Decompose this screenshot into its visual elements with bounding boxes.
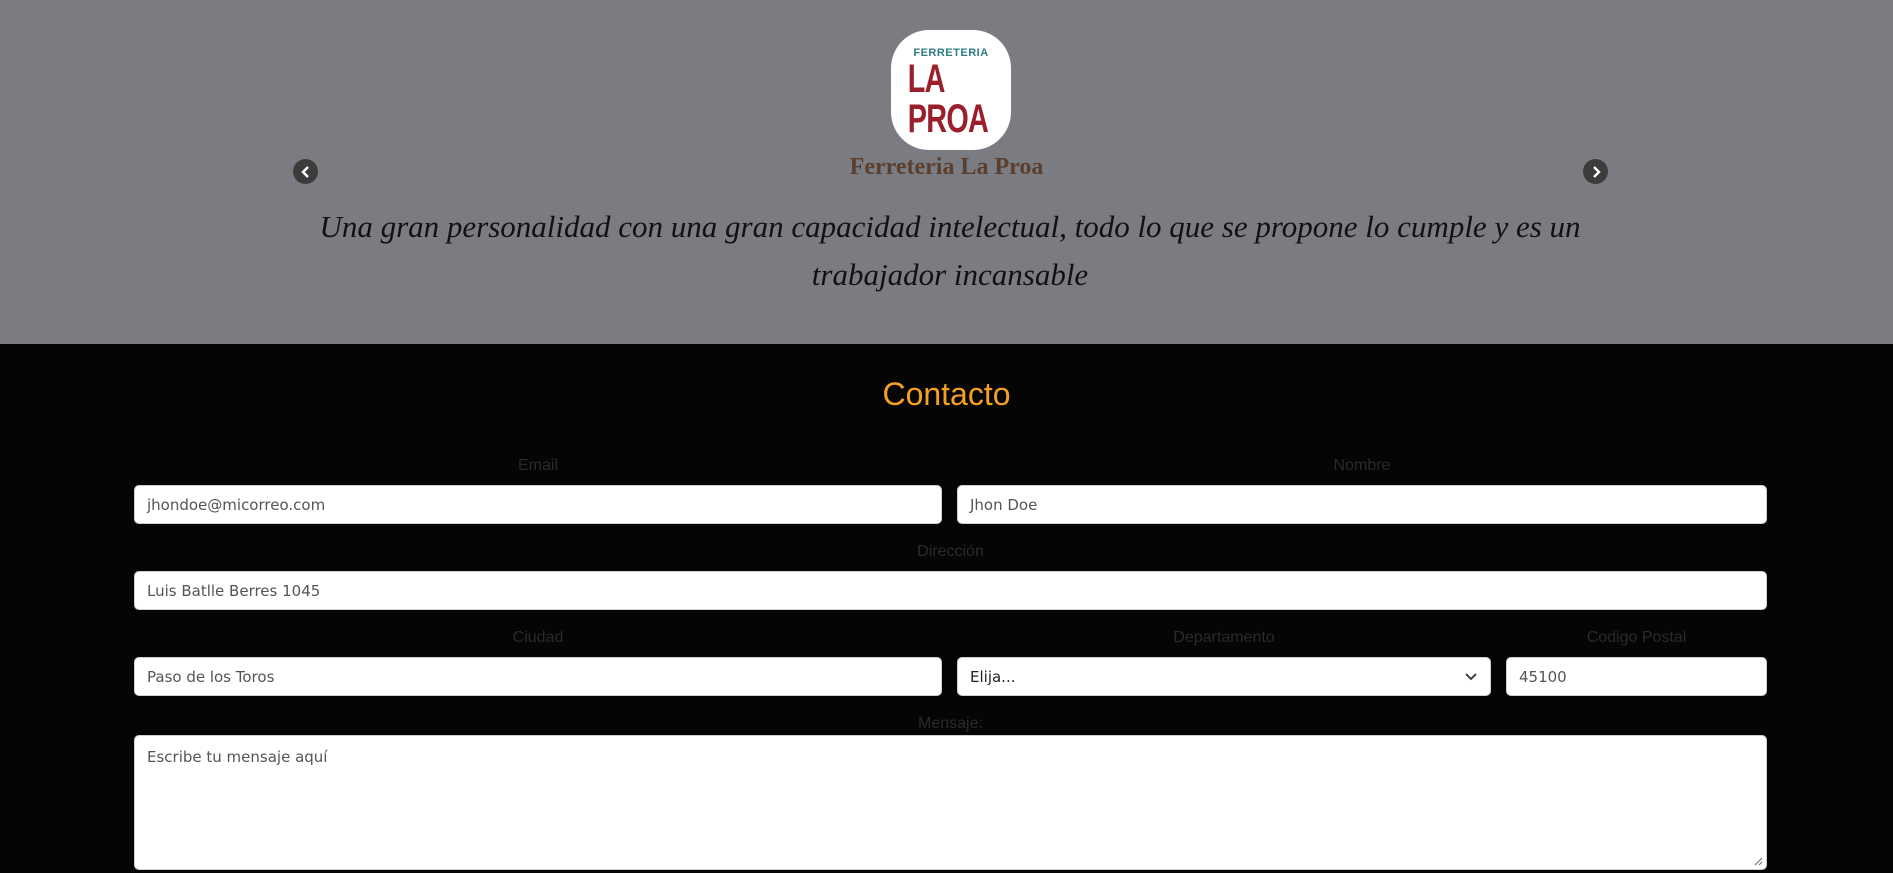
nombre-label: Nombre — [1333, 457, 1391, 474]
nombre-field[interactable]: Jhon Doe — [957, 485, 1767, 524]
ciudad-label: Ciudad — [512, 629, 564, 646]
resize-handle-icon[interactable] — [1753, 856, 1763, 866]
chevron-down-icon — [1465, 672, 1477, 680]
direccion-field[interactable]: Luis Batlle Berres 1045 — [134, 571, 1767, 610]
ciudad-field[interactable]: Paso de los Toros — [134, 657, 942, 696]
email-label: Email — [517, 457, 558, 474]
email-field[interactable]: jhondoe@micorreo.com — [134, 485, 942, 524]
company-logo: FERRETERIA LA PROA — [891, 30, 1011, 150]
mensaje-textarea[interactable]: Escribe tu mensaje aquí — [134, 735, 1767, 870]
chevron-right-icon — [1592, 165, 1601, 178]
testimonial-company-name: Ferreteria La Proa — [849, 154, 1044, 180]
direccion-label: Dirección — [917, 543, 984, 560]
mensaje-label: Mensaje: — [918, 715, 983, 732]
contact-title: Contacto — [882, 376, 1011, 412]
departamento-selected-value: Elija... — [970, 667, 1016, 686]
logo-main-text: LA PROA — [907, 57, 989, 141]
carousel-next-button[interactable] — [1583, 159, 1608, 184]
codigo-postal-label: Codigo Postal — [1586, 629, 1687, 646]
codigo-postal-field[interactable]: 45100 — [1506, 657, 1767, 696]
testimonial-quote: Una gran personalidad con una gran capac… — [319, 209, 1581, 292]
testimonial-carousel: FERRETERIA LA PROA Ferreteria La Proa Un… — [0, 0, 1893, 344]
departamento-label: Departamento — [1173, 629, 1275, 646]
departamento-select[interactable]: Elija... — [957, 657, 1491, 696]
mensaje-placeholder: Escribe tu mensaje aquí — [147, 748, 328, 766]
